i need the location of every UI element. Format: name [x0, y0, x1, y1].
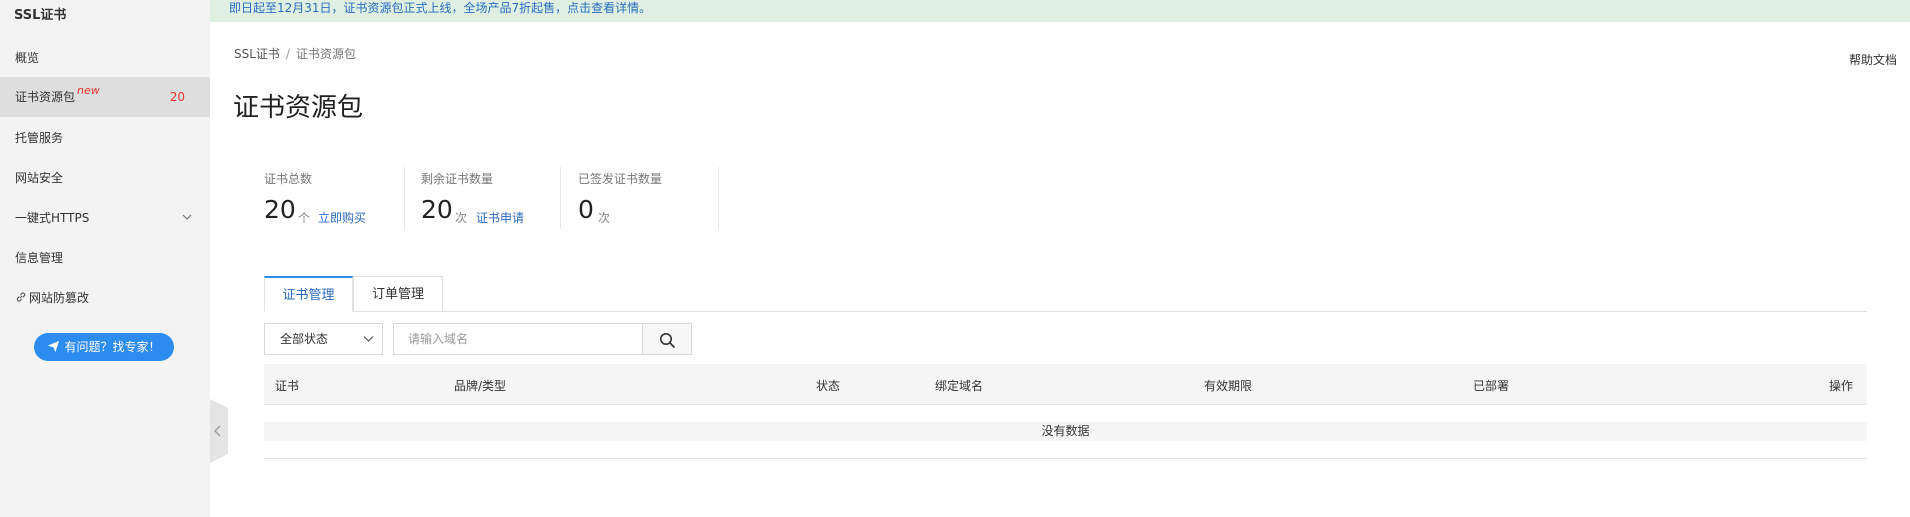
- stat-value: 0: [578, 195, 594, 224]
- breadcrumb-separator: /: [285, 47, 290, 61]
- breadcrumb-root[interactable]: SSL证书: [234, 47, 280, 61]
- sidebar-title: SSL证书: [14, 8, 67, 23]
- sidebar-item-overview[interactable]: 概览: [0, 38, 210, 78]
- breadcrumb-current: 证书资源包: [295, 47, 356, 61]
- ask-expert-label: 有问题？找专家！: [64, 340, 161, 354]
- tab-cert-management[interactable]: 证书管理: [264, 276, 353, 312]
- stat-issued-certs: 已签发证书数量 0 次: [578, 167, 719, 229]
- sidebar-item-info-management[interactable]: 信息管理: [0, 238, 210, 278]
- column-header: 状态: [816, 379, 841, 393]
- ask-expert-button[interactable]: 有问题？找专家！: [34, 333, 174, 361]
- status-select[interactable]: 全部状态: [264, 323, 383, 355]
- page-title: 证书资源包: [233, 93, 364, 123]
- table-bottom-divider: [264, 458, 1867, 459]
- table-header: 证书 品牌/类型 状态 绑定域名 有效期限 已部署 操作: [264, 364, 1867, 405]
- chevron-down-icon: [182, 214, 192, 220]
- stat-total-certs: 证书总数 20 个 立即购买: [264, 167, 405, 229]
- promo-notice[interactable]: 即日起至12月31日，证书资源包正式上线，全场产品7折起售，点击查看详情。: [210, 0, 1910, 22]
- sidebar-item-label: 托管服务: [15, 131, 64, 145]
- sidebar-item-label: 证书资源包: [15, 90, 76, 104]
- sidebar-item-one-click-https[interactable]: 一键式HTTPS: [0, 198, 210, 238]
- search-icon: [660, 333, 676, 349]
- stat-value: 20: [264, 195, 296, 224]
- domain-search-input[interactable]: [393, 323, 643, 355]
- link-icon: [16, 292, 26, 302]
- apply-cert-link[interactable]: 证书申请: [476, 209, 524, 226]
- stat-value: 20: [421, 195, 453, 224]
- new-badge: new: [77, 84, 100, 97]
- sidebar-item-label: 网站安全: [15, 171, 64, 185]
- stat-unit: 个: [298, 211, 311, 225]
- promo-notice-text: 即日起至12月31日，证书资源包正式上线，全场产品7折起售，点击查看详情。: [229, 1, 652, 15]
- sidebar-item-label: 网站防篡改: [29, 291, 90, 305]
- sidebar: SSL证书 概览 证书资源包 new 20 托管服务 网站安全 一键式HTTPS …: [0, 0, 210, 517]
- sidebar-item-label: 概览: [15, 51, 40, 65]
- tab-order-management[interactable]: 订单管理: [353, 276, 443, 312]
- tabs-divider: [264, 311, 1867, 312]
- sidebar-item-label: 一键式HTTPS: [15, 211, 90, 225]
- column-header: 绑定域名: [935, 379, 984, 393]
- sidebar-item-label: 信息管理: [15, 251, 64, 265]
- sidebar-item-hosting[interactable]: 托管服务: [0, 118, 210, 158]
- column-header: 操作: [1829, 379, 1854, 393]
- stat-label: 证书总数: [264, 172, 313, 186]
- stat-remaining-certs: 剩余证书数量 20 次 证书申请: [421, 167, 561, 229]
- search-button[interactable]: [642, 323, 692, 355]
- column-header: 品牌/类型: [454, 379, 507, 393]
- count-badge: 20: [169, 90, 185, 104]
- sidebar-item-tamper-protection[interactable]: 网站防篡改: [0, 278, 210, 318]
- chevron-left-icon: [214, 425, 221, 437]
- sidebar-item-cert-package[interactable]: 证书资源包 new 20: [0, 77, 210, 117]
- status-select-value: 全部状态: [280, 332, 329, 346]
- column-header: 证书: [275, 379, 300, 393]
- help-doc-link[interactable]: 帮助文档: [1849, 51, 1897, 68]
- sidebar-item-site-security[interactable]: 网站安全: [0, 158, 210, 198]
- buy-now-link[interactable]: 立即购买: [318, 209, 366, 226]
- stat-label: 剩余证书数量: [421, 172, 494, 186]
- stat-label: 已签发证书数量: [578, 172, 663, 186]
- column-header: 已部署: [1473, 379, 1510, 393]
- stat-unit: 次: [598, 211, 611, 225]
- breadcrumb: SSL证书 / 证书资源包: [234, 45, 356, 62]
- stat-unit: 次: [455, 211, 468, 225]
- sidebar-collapse-handle[interactable]: [210, 399, 228, 463]
- table-empty-row: 没有数据: [264, 422, 1867, 441]
- plane-icon: [48, 340, 60, 353]
- chevron-down-icon: [363, 336, 374, 342]
- column-header: 有效期限: [1204, 379, 1253, 393]
